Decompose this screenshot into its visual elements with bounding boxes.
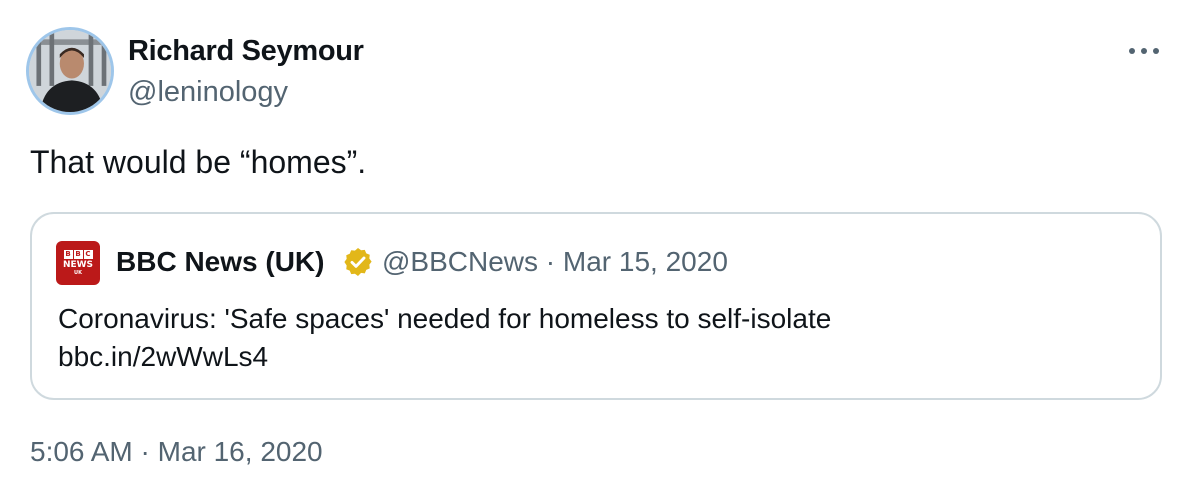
quoted-link[interactable]: bbc.in/2wWwLs4: [58, 338, 831, 376]
author-name[interactable]: Richard Seymour: [128, 35, 364, 68]
tweet-timestamp[interactable]: 5:06 AM · Mar 16, 2020: [30, 436, 323, 468]
quoted-text-body: Coronavirus: 'Safe spaces' needed for ho…: [58, 303, 832, 334]
avatar[interactable]: [26, 27, 114, 115]
dot-icon: [1153, 48, 1159, 54]
logo-block: B: [63, 250, 73, 259]
logo-sub: UK: [74, 270, 82, 276]
logo-wordmark: NEWS: [62, 260, 94, 270]
tweet-text: That would be “homes”.: [30, 144, 367, 180]
verified-badge-icon: [344, 248, 372, 276]
quoted-author-name[interactable]: BBC News (UK): [116, 246, 324, 278]
dot-icon: [1141, 48, 1147, 54]
quoted-tweet-card[interactable]: B B C NEWS UK BBC News (UK) @BBCNews · M…: [30, 212, 1162, 400]
dot-icon: [1129, 48, 1135, 54]
quoted-handle-date: @BBCNews · Mar 15, 2020: [382, 246, 728, 277]
author-handle[interactable]: @leninology: [128, 76, 288, 109]
more-options-icon[interactable]: [1124, 36, 1164, 66]
bbc-news-logo-icon: B B C NEWS UK: [56, 241, 100, 285]
quoted-tweet-text: Coronavirus: 'Safe spaces' needed for ho…: [58, 300, 831, 376]
avatar-photo-icon: [29, 30, 111, 112]
tweet-card: Richard Seymour @leninology That would b…: [0, 0, 1190, 494]
logo-block: B: [73, 250, 83, 259]
logo-block: C: [83, 250, 93, 259]
